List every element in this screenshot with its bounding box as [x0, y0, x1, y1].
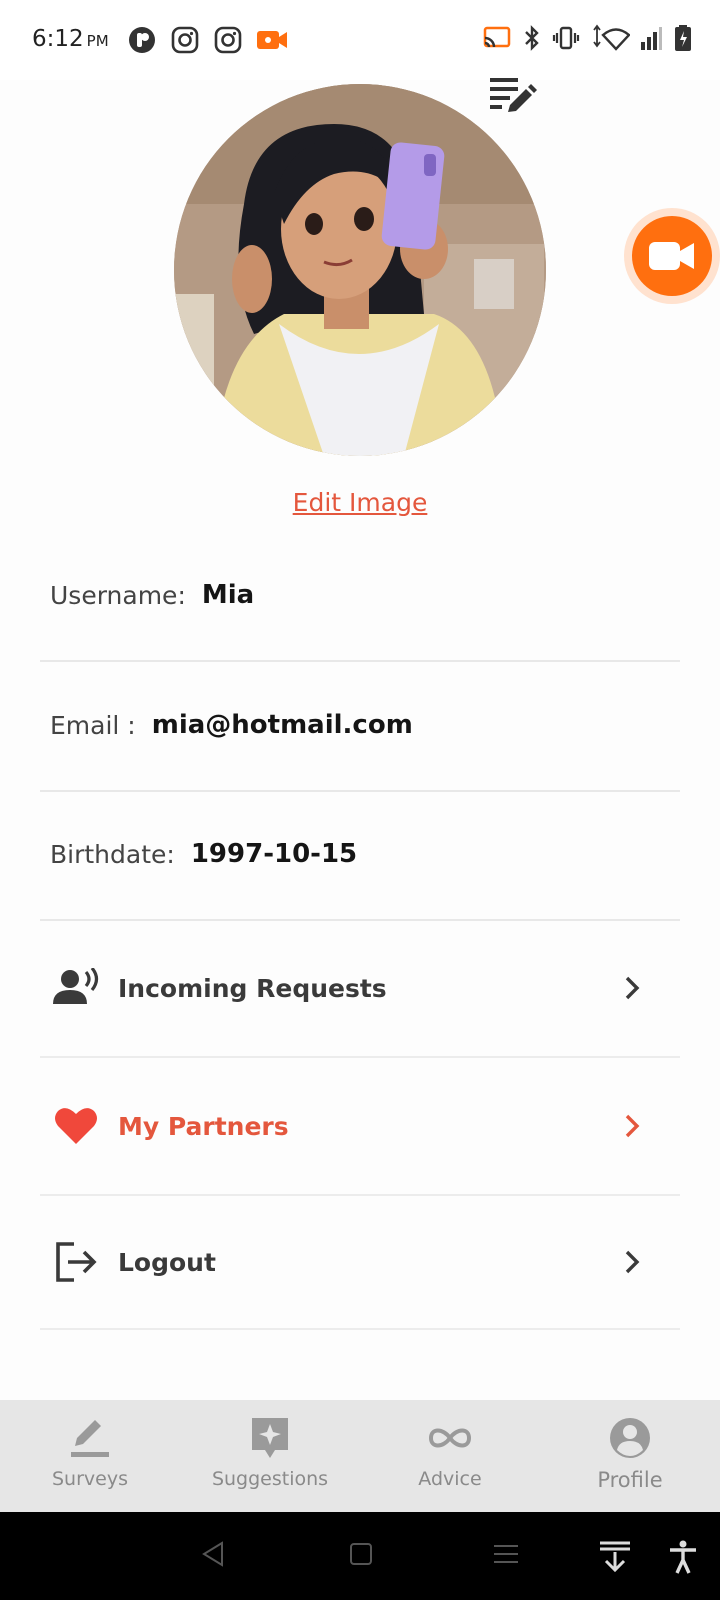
nav-advice[interactable]: Advice	[360, 1400, 540, 1512]
logout-item[interactable]: Logout	[40, 1196, 680, 1330]
app-notification-icon	[129, 27, 155, 53]
chevron-right-icon	[625, 1114, 640, 1138]
birthdate-label: Birthdate:	[50, 839, 175, 869]
pencil-icon	[71, 1420, 109, 1457]
signal-icon	[641, 27, 662, 50]
recents-icon[interactable]	[492, 1540, 520, 1568]
username-value: Mia	[201, 580, 255, 610]
time-text: 6:12	[32, 26, 84, 52]
battery-icon	[675, 25, 691, 51]
ampm-text: PM	[86, 32, 109, 50]
cast-icon	[483, 26, 511, 48]
email-label: Email :	[50, 710, 136, 740]
nav-surveys[interactable]: Surveys	[0, 1400, 180, 1512]
nav-suggestions[interactable]: Suggestions	[180, 1400, 360, 1512]
logout-icon	[52, 1238, 100, 1286]
incoming-requests-label: Incoming Requests	[118, 973, 387, 1003]
profile-avatar[interactable]	[174, 84, 546, 456]
heart-icon	[52, 1102, 100, 1150]
logout-label: Logout	[118, 1247, 216, 1277]
video-recorder-icon	[257, 31, 287, 49]
profile-icon	[610, 1418, 650, 1458]
nav-profile[interactable]: Profile	[540, 1400, 720, 1512]
nav-advice-label: Advice	[418, 1468, 482, 1490]
username-row: Username: Mia	[40, 530, 680, 662]
birthdate-value: 1997-10-15	[190, 839, 358, 869]
nav-profile-label: Profile	[597, 1468, 663, 1492]
sparkle-icon	[252, 1418, 288, 1458]
edit-image-link[interactable]: Edit Image	[0, 488, 720, 517]
bottom-navigation: Surveys Suggestions Advice Profile	[0, 1400, 720, 1512]
wifi-icon	[593, 24, 630, 51]
incoming-requests-item[interactable]: Incoming Requests	[40, 920, 680, 1058]
email-value: mia@hotmail.com	[151, 710, 413, 740]
back-icon[interactable]	[200, 1540, 226, 1568]
email-row: Email : mia@hotmail.com	[40, 660, 680, 792]
chevron-right-icon	[625, 1250, 640, 1274]
avatar-illustration	[174, 84, 546, 456]
nav-surveys-label: Surveys	[52, 1468, 128, 1490]
chevron-right-icon	[625, 976, 640, 1000]
status-bar: 6:12 PM	[0, 0, 720, 80]
infinity-icon	[428, 1428, 472, 1448]
username-label: Username:	[50, 580, 186, 610]
instagram-icon-2	[214, 26, 242, 54]
home-icon[interactable]	[348, 1540, 374, 1568]
vibrate-icon	[552, 26, 580, 50]
instagram-icon	[171, 26, 199, 54]
birthdate-row: Birthdate: 1997-10-15	[40, 789, 680, 921]
status-time: 6:12 PM	[32, 26, 109, 52]
accessibility-icon[interactable]	[668, 1540, 698, 1574]
my-partners-item[interactable]: My Partners	[40, 1058, 680, 1196]
nav-suggestions-label: Suggestions	[211, 1468, 329, 1490]
video-call-button[interactable]	[632, 216, 712, 296]
my-partners-label: My Partners	[118, 1111, 289, 1141]
incoming-requests-icon	[52, 964, 100, 1012]
status-icons	[482, 24, 694, 52]
video-camera-icon	[649, 242, 694, 270]
bluetooth-icon	[525, 25, 539, 51]
download-arrow-icon[interactable]	[598, 1540, 632, 1574]
system-navigation-bar	[0, 1512, 720, 1600]
edit-profile-icon[interactable]	[490, 74, 542, 120]
